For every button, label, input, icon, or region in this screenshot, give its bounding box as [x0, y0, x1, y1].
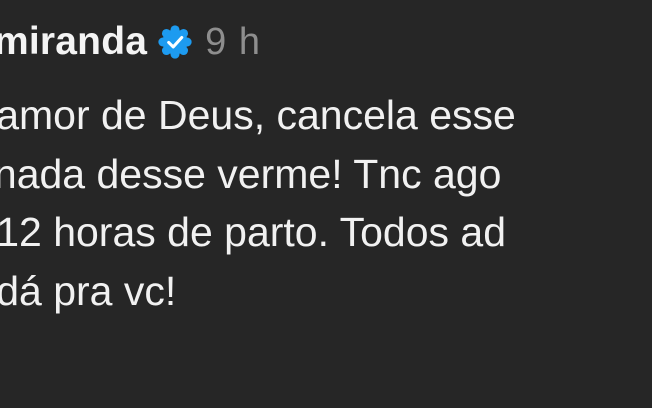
timestamp: 9 h	[205, 20, 261, 63]
post-text: o amor de Deus, cancela esse s nada dess…	[0, 86, 652, 320]
post-header: miranda 9 h	[0, 14, 261, 70]
verified-badge-icon	[157, 24, 193, 60]
post-text-line: s nada desse verme! Tnc ago	[0, 150, 502, 197]
post-text-line: o amor de Deus, cancela esse	[0, 92, 516, 138]
username[interactable]: miranda	[0, 20, 147, 64]
post-text-line: o dá pra vc!	[0, 267, 177, 314]
post: miranda 9 h o amor de Deus, cancela esse…	[0, 0, 652, 408]
post-text-line: e 12 horas de parto. Todos ad	[0, 209, 507, 255]
